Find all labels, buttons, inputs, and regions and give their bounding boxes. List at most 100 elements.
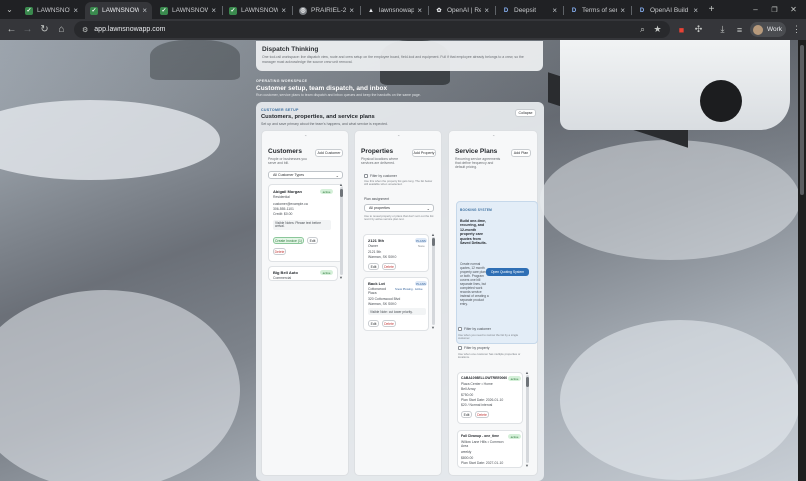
edit-button[interactable]: Edit — [368, 263, 379, 270]
page-scrollbar-thumb[interactable] — [800, 45, 804, 195]
back-icon[interactable]: ← — [4, 22, 19, 37]
filter-property-checkbox[interactable] — [458, 346, 462, 350]
browser-tab[interactable]: ✓ LAWNSNOW× — [224, 2, 291, 19]
close-icon[interactable]: × — [417, 6, 422, 15]
delete-button[interactable]: Delete — [273, 248, 286, 255]
browser-tab[interactable]: D OpenAI Build × — [633, 2, 703, 19]
properties-description: Physical locations where services are del… — [361, 157, 399, 166]
chevron-up-icon[interactable]: ⌃ — [397, 134, 400, 139]
plan-list-scrollbar[interactable] — [526, 375, 529, 463]
plan-price: $750.00 — [461, 393, 474, 397]
d-icon: D — [571, 7, 577, 14]
booking-lead: Build one-time, recurring, and 12-month … — [460, 219, 487, 246]
close-icon[interactable]: × — [484, 6, 489, 15]
filter-customer-checkbox[interactable] — [458, 327, 462, 331]
close-icon[interactable]: × — [211, 6, 216, 15]
service-plans-description: Recurring service agreements that define … — [455, 157, 501, 170]
close-icon[interactable]: × — [552, 6, 557, 15]
address-bar[interactable]: ⚙ app.lawnsnowapp.com — [74, 21, 670, 38]
lawnsnow-icon: ✓ — [25, 6, 33, 15]
service-plans-column: ⌃ Service Plans Recurring service agreem… — [448, 130, 538, 476]
search-icon[interactable]: ⌕ — [636, 23, 649, 36]
property-list-scroll-thumb[interactable] — [432, 238, 435, 246]
property-card[interactable]: 2121 5th PLANS None Owner 2121 5th Warma… — [363, 234, 429, 272]
plan-line1: Willow Lane Hills • Common Area — [461, 440, 504, 448]
close-icon[interactable]: × — [693, 6, 698, 15]
browser-tab[interactable]: ◎ PRAIRIEL-202× — [294, 2, 359, 19]
edit-button[interactable]: Edit — [461, 411, 472, 418]
filter-customer-checkbox[interactable] — [364, 174, 368, 178]
download-icon[interactable]: ⤓ — [716, 23, 729, 36]
close-icon[interactable]: × — [73, 6, 78, 15]
chevron-down-icon: ⌄ — [426, 205, 430, 211]
browser-tab[interactable]: ✓ LAWNSNOW× — [20, 2, 83, 19]
service-plan-card[interactable]: CABA1098ELLOWTREE0060 active Plaza Cente… — [457, 372, 523, 424]
delete-button[interactable]: Delete — [475, 411, 489, 418]
browser-toolbar: ← → ↻ ⌂ ⚙ app.lawnsnowapp.com ⌕ ★ ■ ✣ ⤓ … — [0, 19, 806, 40]
forward-icon[interactable]: → — [20, 22, 35, 37]
browser-tab[interactable]: ✓ LAWNSNOW× — [155, 2, 221, 19]
service-plan-card[interactable]: Fall Cleanup - one_time active Willow La… — [457, 430, 523, 468]
customer-note: Visible Notes: Please text before arriva… — [273, 220, 331, 230]
plan-line2: weekly — [461, 450, 472, 454]
customer-list-scroll-thumb[interactable] — [340, 189, 343, 197]
customer-card[interactable]: Abigail Morgan active Residential custom… — [268, 184, 343, 262]
tab-label: Deepsit — [514, 7, 537, 14]
browser-tab[interactable]: ▲ lawnsnowapp× — [362, 2, 427, 19]
media-icon[interactable]: ≡ — [733, 23, 746, 36]
d-icon: D — [503, 7, 509, 14]
scroll-down-icon[interactable]: ▼ — [339, 275, 343, 280]
property-list-scrollbar[interactable] — [432, 237, 435, 325]
property-card[interactable]: Back Lot PLANS Snow Plowing · Active Cot… — [363, 277, 429, 331]
plan-assignment-select[interactable]: All properties ⌄ — [364, 204, 434, 212]
filter-customer-help: Use when you need to narrow the list by … — [458, 333, 519, 341]
scroll-down-icon[interactable]: ▼ — [525, 463, 529, 468]
customer-type-select[interactable]: All Customer Types ⌄ — [268, 171, 343, 179]
open-quoting-system-button[interactable]: Open Quoting System — [486, 268, 529, 276]
extensions-puzzle-icon[interactable]: ✣ — [692, 23, 705, 36]
add-customer-button[interactable]: Add Customer — [315, 149, 343, 157]
bookmark-star-icon[interactable]: ★ — [651, 23, 664, 36]
delete-button[interactable]: Delete — [382, 263, 396, 270]
scroll-down-icon[interactable]: ▼ — [431, 325, 435, 330]
customer-card[interactable]: Big Bell Auto active Commercial — [268, 266, 338, 281]
chevron-up-icon[interactable]: ⌃ — [304, 134, 307, 139]
profile-button[interactable]: Work — [750, 22, 786, 37]
customer-list-scrollbar[interactable] — [340, 187, 343, 275]
property-address: 2121 5th — [368, 250, 382, 254]
minimize-icon[interactable]: – — [748, 2, 763, 17]
browser-tab[interactable]: ✿ OpenAI | Resp× — [430, 2, 494, 19]
home-icon[interactable]: ⌂ — [54, 22, 69, 37]
extension-icon[interactable]: ■ — [675, 23, 688, 36]
tab-label: OpenAI Build — [650, 7, 689, 14]
plans-badge: PLANS — [415, 238, 427, 243]
browser-tab-active[interactable]: ✓ LAWNSNOW × — [85, 2, 152, 19]
profile-label: Work — [767, 26, 783, 33]
property-city: Warman, SK S0K0 — [368, 302, 397, 306]
close-icon[interactable]: × — [142, 6, 147, 15]
status-badge: active — [320, 189, 333, 194]
browser-tab[interactable]: D Terms of serv × — [565, 2, 630, 19]
delete-button[interactable]: Delete — [382, 320, 396, 327]
menu-kebab-icon[interactable]: ⋮ — [790, 23, 803, 36]
restore-icon[interactable]: ❐ — [767, 2, 782, 17]
browser-tab[interactable]: D Deepsit × — [497, 2, 562, 19]
create-invoice-button[interactable]: Create Invoice (1) — [273, 237, 304, 244]
collapse-button[interactable]: Collapse — [515, 109, 536, 117]
add-plan-button[interactable]: Add Plan — [511, 149, 531, 157]
site-info-icon[interactable]: ⚙ — [82, 26, 88, 34]
plan-assignment-help: Use to reveal property or plans that don… — [364, 214, 434, 222]
close-icon[interactable]: × — [620, 6, 625, 15]
window-close-icon[interactable]: ✕ — [786, 2, 801, 17]
reload-icon[interactable]: ↻ — [37, 22, 52, 37]
close-icon[interactable]: × — [281, 6, 286, 15]
edit-button[interactable]: Edit — [307, 237, 318, 244]
close-icon[interactable]: × — [349, 6, 354, 15]
plan-list-scroll-thumb[interactable] — [526, 377, 529, 387]
chevron-up-icon[interactable]: ⌃ — [492, 134, 495, 139]
dispatch-thinking-card: Dispatch Thinking One tool-rail workspac… — [256, 41, 543, 71]
new-tab-icon[interactable]: + — [704, 2, 719, 17]
add-property-button[interactable]: Add Property — [412, 149, 436, 157]
edit-button[interactable]: Edit — [368, 320, 379, 327]
tab-search-icon[interactable]: ⌄ — [2, 2, 17, 17]
